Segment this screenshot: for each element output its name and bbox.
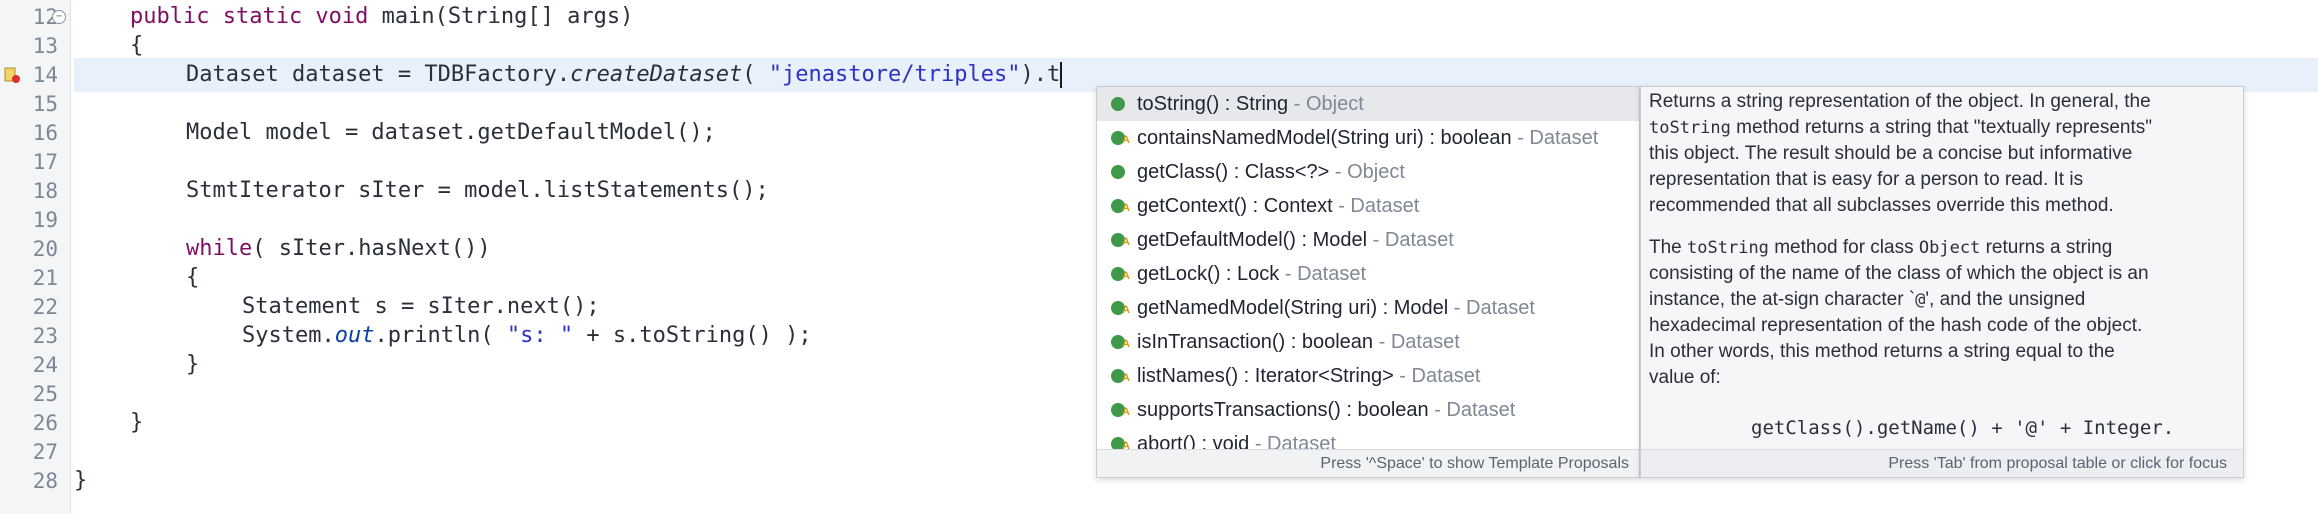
- keyword: while: [186, 236, 253, 261]
- code-text: (: [742, 62, 769, 87]
- public-method-icon: [1111, 165, 1125, 179]
- proposal-signature: supportsTransactions() : boolean: [1137, 399, 1429, 421]
- proposal-owner: - Dataset: [1279, 263, 1366, 285]
- proposal-signature: listNames() : Iterator<String>: [1137, 365, 1394, 387]
- proposal-owner: - Dataset: [1428, 399, 1516, 421]
- proposal-signature: containsNamedModel(String uri) : boolean: [1137, 127, 1512, 149]
- proposal-item[interactable]: AcontainsNamedModel(String uri) : boolea…: [1097, 121, 1639, 155]
- proposal-owner: - Dataset: [1332, 195, 1420, 217]
- proposal-signature: getLock() : Lock: [1137, 263, 1280, 285]
- doc-text: method returns a string that "textually …: [1730, 117, 2153, 138]
- proposal-status-bar: Press '^Space' to show Template Proposal…: [1097, 449, 1639, 477]
- proposal-signature: getNamedModel(String uri) : Model: [1137, 297, 1449, 319]
- proposal-owner: - Dataset: [1367, 229, 1454, 251]
- code-text: Dataset dataset = TDBFactory.: [186, 62, 571, 87]
- doc-code: toString: [1649, 118, 1731, 138]
- code-text: main(String[] args): [368, 4, 634, 29]
- javadoc-popup[interactable]: Returns a string representation of the o…: [1640, 86, 2244, 478]
- abstract-method-icon: A: [1111, 199, 1130, 214]
- string-literal: "s: ": [506, 323, 574, 348]
- proposal-item[interactable]: AgetContext() : Context - Dataset: [1097, 189, 1639, 223]
- proposal-item[interactable]: AgetNamedModel(String uri) : Model - Dat…: [1097, 291, 1639, 325]
- doc-code: Object: [1918, 238, 1981, 258]
- proposal-item[interactable]: AgetDefaultModel() : Model - Dataset: [1097, 223, 1639, 257]
- doc-text: returns a string: [1980, 237, 2113, 258]
- doc-text: The: [1649, 237, 1688, 258]
- fold-toggle-icon[interactable]: −: [52, 10, 66, 24]
- method-name: createDataset: [570, 62, 743, 87]
- proposal-item[interactable]: AlistNames() : Iterator<String> - Datase…: [1097, 359, 1639, 393]
- proposal-item[interactable]: AsupportsTransactions() : boolean - Data…: [1097, 393, 1639, 427]
- keyword: public static void: [130, 4, 369, 29]
- proposal-owner: - Dataset: [1373, 331, 1460, 353]
- proposal-signature: getDefaultModel() : Model: [1137, 229, 1368, 251]
- proposal-item[interactable]: getClass() : Class<?> - Object: [1097, 155, 1639, 189]
- doc-text: representation that is easy for a person…: [1649, 169, 2084, 190]
- proposal-owner: - Object: [1329, 161, 1405, 183]
- proposal-owner: - Object: [1288, 93, 1364, 115]
- text-caret: [1060, 62, 1063, 88]
- doc-text: hexadecimal representation of the hash c…: [1649, 315, 2143, 336]
- static-field: out: [334, 323, 375, 348]
- abstract-method-icon: A: [1111, 131, 1130, 146]
- abstract-method-icon: A: [1111, 267, 1130, 282]
- line-number: 28: [32, 469, 58, 493]
- doc-text: method for class: [1768, 237, 1919, 258]
- doc-text: instance, the at-sign character `: [1649, 289, 1916, 310]
- proposal-owner: - Dataset: [1511, 127, 1599, 149]
- proposal-owner: - Dataset: [1448, 297, 1535, 319]
- proposal-item[interactable]: AisInTransaction() : boolean - Dataset: [1097, 325, 1639, 359]
- abstract-method-icon: A: [1111, 403, 1130, 418]
- abstract-method-icon: A: [1111, 301, 1130, 316]
- doc-text: In other words, this method returns a st…: [1649, 341, 2115, 362]
- doc-text: The toString method for class Object ret…: [1649, 235, 2239, 261]
- abstract-method-icon: A: [1111, 233, 1130, 248]
- code-text: .println(: [374, 323, 507, 348]
- code-text: ( sIter.hasNext()): [252, 236, 491, 261]
- doc-text: toString method returns a string that "t…: [1649, 115, 2239, 141]
- doc-code-sample: getClass().getName() + '@' + Integer.: [1751, 417, 2175, 439]
- code-text: System.: [242, 323, 335, 348]
- public-method-icon: [1111, 97, 1125, 111]
- doc-text: value of:: [1649, 367, 1721, 388]
- proposal-signature: getContext() : Context: [1137, 195, 1333, 217]
- proposal-item[interactable]: AgetLock() : Lock - Dataset: [1097, 257, 1639, 291]
- proposal-signature: toString() : String: [1137, 93, 1289, 115]
- code-text: ).t: [1020, 62, 1061, 87]
- doc-text: Returns a string representation of the o…: [1649, 91, 2151, 112]
- code-text: + s.toString() );: [573, 323, 812, 348]
- doc-code: @: [1915, 290, 1926, 310]
- proposal-signature: isInTransaction() : boolean: [1137, 331, 1374, 353]
- doc-text: ', and the unsigned: [1925, 289, 2086, 310]
- abstract-method-icon: A: [1111, 369, 1130, 384]
- doc-text: instance, the at-sign character `@', and…: [1649, 287, 2239, 313]
- abstract-method-icon: A: [1111, 335, 1130, 350]
- content-assist-popup[interactable]: toString() : String - Object AcontainsNa…: [1096, 86, 1640, 478]
- proposal-item-selected[interactable]: toString() : String - Object: [1097, 87, 1639, 121]
- string-literal: "jenastore/triples": [768, 62, 1021, 87]
- doc-text: consisting of the name of the class of w…: [1649, 263, 2149, 284]
- doc-text: this object. The result should be a conc…: [1649, 143, 2133, 164]
- doc-status-bar: Press 'Tab' from proposal table or click…: [1641, 449, 2243, 477]
- doc-code: toString: [1687, 238, 1769, 258]
- proposal-signature: getClass() : Class<?>: [1137, 161, 1330, 183]
- warning-marker-icon[interactable]: [4, 66, 20, 84]
- doc-text: recommended that all subclasses override…: [1649, 195, 2114, 216]
- proposal-owner: - Dataset: [1393, 365, 1481, 387]
